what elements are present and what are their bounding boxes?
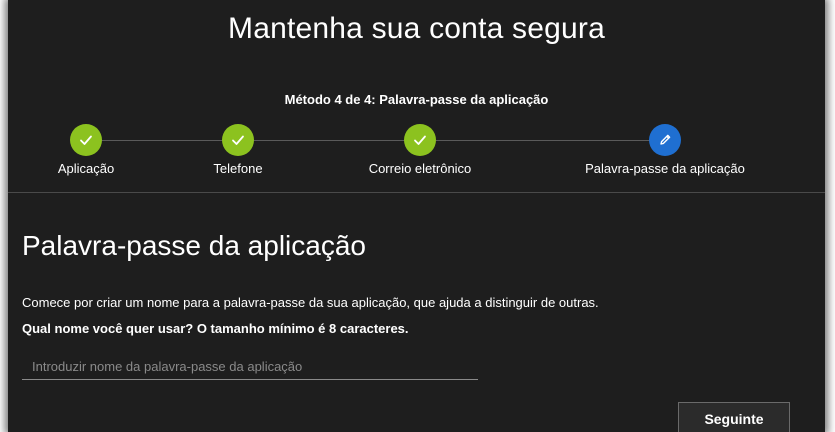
page-title: Mantenha sua conta segura — [228, 12, 605, 45]
step-phone-status — [222, 124, 254, 156]
security-setup-window: Mantenha sua conta segura Método 4 de 4:… — [8, 0, 825, 432]
method-progress-label: Método 4 de 4: Palavra-passe da aplicaçã… — [284, 92, 549, 107]
step-phone-label: Telefone — [213, 161, 263, 176]
next-button[interactable]: Seguinte — [678, 402, 790, 432]
step-email-label: Correio eletrônico — [368, 161, 472, 176]
step-email-status — [404, 124, 436, 156]
step-email: Correio eletrônico — [320, 120, 520, 176]
step-app-password-status — [649, 124, 681, 156]
app-password-name-input[interactable] — [22, 356, 478, 380]
check-icon — [232, 135, 244, 145]
check-icon — [80, 135, 92, 145]
step-app-password-label: Palavra-passe da aplicação — [585, 161, 745, 176]
step-app-status — [70, 124, 102, 156]
step-phone: Telefone — [138, 120, 338, 176]
pencil-icon — [660, 134, 671, 145]
step-app-password: Palavra-passe da aplicação — [565, 120, 765, 176]
name-question: Qual nome você quer usar? O tamanho míni… — [22, 321, 409, 336]
section-title: Palavra-passe da aplicação — [22, 230, 366, 261]
progress-stepper: Aplicação Telefone Correio eletrônico Pa… — [8, 120, 825, 180]
section-description: Comece por criar um nome para a palavra-… — [22, 295, 599, 310]
section-divider — [8, 192, 825, 193]
check-icon — [414, 135, 426, 145]
